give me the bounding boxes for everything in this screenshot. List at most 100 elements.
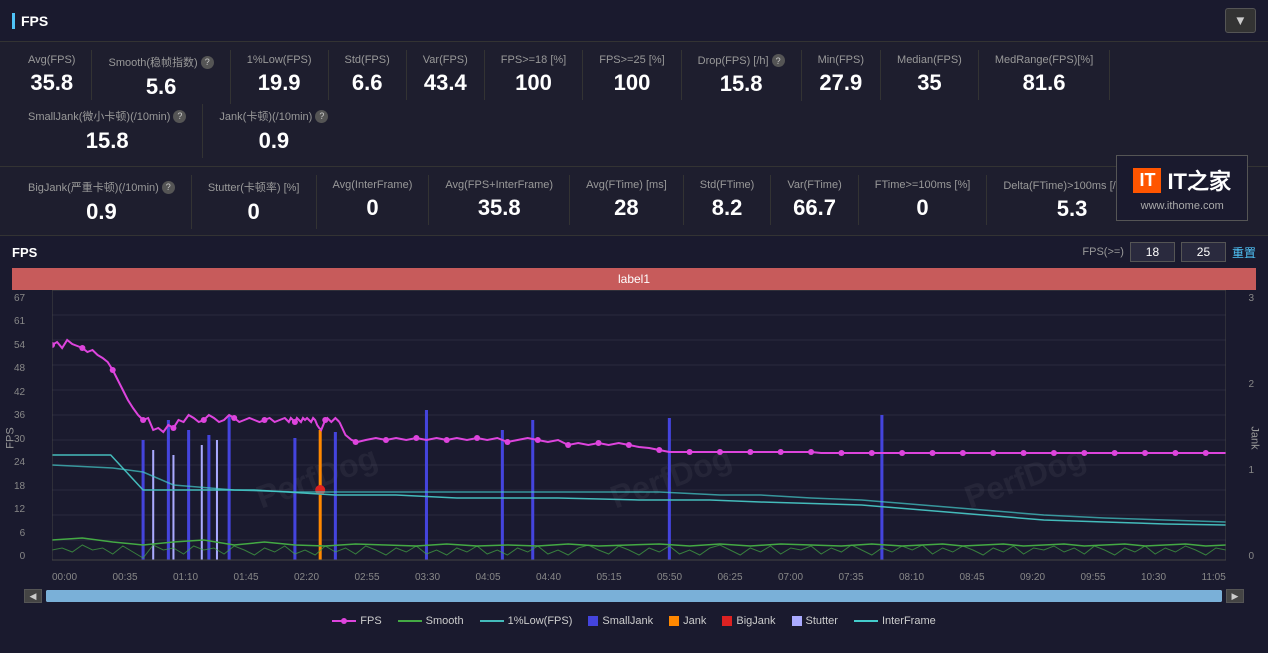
scrollbar-track[interactable] <box>46 590 1222 602</box>
x-axis-label: 03:30 <box>415 572 440 583</box>
x-axis-label: 04:40 <box>536 572 561 583</box>
stat-value-medrange-fps: 81.6 <box>1023 70 1066 96</box>
legend-icon-fps-legend <box>332 616 356 626</box>
fps18-input[interactable] <box>1130 242 1175 262</box>
y-right-label: 2 <box>1248 379 1254 390</box>
stat-label-delta-ftime: Delta(FTime)>100ms [/h] ? <box>1003 179 1141 192</box>
info-icon-smalljank[interactable]: ? <box>173 110 186 123</box>
stats-row-1: Avg(FPS) 35.8Smooth(稳帧指数) ? 5.61%Low(FPS… <box>12 50 1256 158</box>
scroll-left-button[interactable]: ◀ <box>24 589 42 603</box>
stat-label-fps25: FPS>=25 [%] <box>599 54 664 66</box>
stats-section-2: BigJank(严重卡顿)(/10min) ? 0.9Stutter(卡顿率) … <box>0 167 1268 236</box>
stat-label-median-fps: Median(FPS) <box>897 54 962 66</box>
stat-value-ftime100ms: 0 <box>916 195 928 221</box>
stat-label-var-ftime: Var(FTime) <box>787 179 841 191</box>
y-left-label: 36 <box>14 410 25 421</box>
page-title: FPS <box>12 13 48 29</box>
stat-value-low1fps: 19.9 <box>258 70 301 96</box>
legend-item-fps-legend: FPS <box>332 615 381 627</box>
stat-item-var-fps: Var(FPS) 43.4 <box>407 50 485 100</box>
stat-item-fps25: FPS>=25 [%] 100 <box>583 50 681 100</box>
stat-value-bigjank: 0.9 <box>86 199 117 225</box>
header-dropdown-button[interactable]: ▼ <box>1225 8 1256 33</box>
y-left-label: 48 <box>14 363 25 374</box>
stat-item-medrange-fps: MedRange(FPS)[%] 81.6 <box>979 50 1110 100</box>
y-left-label: 6 <box>14 528 25 539</box>
legend-item-smalljank-legend: SmallJank <box>588 615 653 627</box>
stat-value-var-ftime: 66.7 <box>793 195 836 221</box>
x-axis-label: 02:20 <box>294 572 319 583</box>
stat-value-delta-ftime: 5.3 <box>1057 196 1088 222</box>
label-bar: label1 <box>12 268 1256 290</box>
info-icon-drop-fps[interactable]: ? <box>772 54 785 67</box>
y-left-label: 12 <box>14 504 25 515</box>
y-axis-title-right: Jank <box>1248 426 1260 449</box>
x-axis-label: 00:00 <box>52 572 77 583</box>
fps-gte-label: FPS(>=) <box>1082 246 1124 258</box>
scrollbar-area: ◀ ▶ <box>12 585 1256 607</box>
stat-value-fps18: 100 <box>515 70 552 96</box>
stat-value-min-fps: 27.9 <box>819 70 862 96</box>
x-axis-label: 01:10 <box>173 572 198 583</box>
stat-label-avg-fps: Avg(FPS) <box>28 54 75 66</box>
info-icon-smooth[interactable]: ? <box>201 56 214 69</box>
legend-label-smooth-legend: Smooth <box>426 615 464 627</box>
stat-value-avg-fps-interframe: 35.8 <box>478 195 521 221</box>
legend-item-low1fps-legend: 1%Low(FPS) <box>480 615 573 627</box>
x-axis-label: 09:55 <box>1081 572 1106 583</box>
y-left-label: 42 <box>14 387 25 398</box>
stat-item-fps18: FPS>=18 [%] 100 <box>485 50 583 100</box>
x-axis-label: 01:45 <box>234 572 259 583</box>
info-icon-delta-ftime[interactable]: ? <box>1128 179 1141 192</box>
x-axis-label: 07:00 <box>778 572 803 583</box>
fps-chart-header: FPS FPS(>=) 重置 <box>0 236 1268 268</box>
stat-label-bigjank: BigJank(严重卡顿)(/10min) ? <box>28 179 175 195</box>
legend-label-interframe-legend: InterFrame <box>882 615 936 627</box>
stat-value-stutter: 0 <box>248 199 260 225</box>
stat-item-var-ftime: Var(FTime) 66.7 <box>771 175 858 225</box>
stat-value-smooth: 5.6 <box>146 74 177 100</box>
y-axis-title-left: FPS <box>5 427 17 448</box>
stat-value-jank: 0.9 <box>259 128 290 154</box>
y-left-label: 54 <box>14 340 25 351</box>
stat-value-fps25: 100 <box>614 70 651 96</box>
stat-value-avg-ftime: 28 <box>614 195 638 221</box>
stat-item-avg-fps-interframe: Avg(FPS+InterFrame) 35.8 <box>429 175 570 225</box>
chart-area: 6761544842363024181260 FPS 3210 Jank Pe <box>52 290 1226 585</box>
stat-label-avg-interframe: Avg(InterFrame) <box>333 179 413 191</box>
y-right-label: 0 <box>1248 551 1254 562</box>
legend-label-jank-legend: Jank <box>683 615 706 627</box>
stat-item-smooth: Smooth(稳帧指数) ? 5.6 <box>92 50 230 104</box>
info-icon-jank[interactable]: ? <box>315 110 328 123</box>
stat-value-std-ftime: 8.2 <box>712 195 743 221</box>
info-icon-bigjank[interactable]: ? <box>162 181 175 194</box>
stat-value-var-fps: 43.4 <box>424 70 467 96</box>
x-axis-label: 07:35 <box>839 572 864 583</box>
legend-icon-low1fps-legend <box>480 616 504 626</box>
legend-icon-smalljank-legend <box>588 616 598 626</box>
stat-value-avg-interframe: 0 <box>366 195 378 221</box>
scrollbar-thumb[interactable] <box>46 590 1222 602</box>
x-axis-label: 02:55 <box>355 572 380 583</box>
x-axis: 00:0000:3501:1001:4502:2002:5503:3004:05… <box>52 570 1226 585</box>
x-axis-label: 05:50 <box>657 572 682 583</box>
y-left-label: 67 <box>14 293 25 304</box>
stat-label-avg-ftime: Avg(FTime) [ms] <box>586 179 667 191</box>
stat-label-avg-fps-interframe: Avg(FPS+InterFrame) <box>445 179 553 191</box>
legend-label-stutter-legend: Stutter <box>806 615 838 627</box>
legend-icon-smooth-legend <box>398 616 422 626</box>
legend-icon-bigjank-legend <box>722 616 732 626</box>
x-axis-label: 10:30 <box>1141 572 1166 583</box>
legend-icon-jank-legend <box>669 616 679 626</box>
fps25-input[interactable] <box>1181 242 1226 262</box>
stat-item-std-ftime: Std(FTime) 8.2 <box>684 175 772 225</box>
scroll-right-button[interactable]: ▶ <box>1226 589 1244 603</box>
stat-label-medrange-fps: MedRange(FPS)[%] <box>995 54 1093 66</box>
stat-item-drop-fps: Drop(FPS) [/h] ? 15.8 <box>682 50 802 101</box>
x-axis-label: 08:10 <box>899 572 924 583</box>
stat-label-drop-fps: Drop(FPS) [/h] ? <box>698 54 785 67</box>
reset-button[interactable]: 重置 <box>1232 244 1256 261</box>
legend-item-jank-legend: Jank <box>669 615 706 627</box>
stat-item-smalljank: SmallJank(微小卡顿)(/10min) ? 15.8 <box>12 104 203 158</box>
stat-label-fps18: FPS>=18 [%] <box>501 54 566 66</box>
